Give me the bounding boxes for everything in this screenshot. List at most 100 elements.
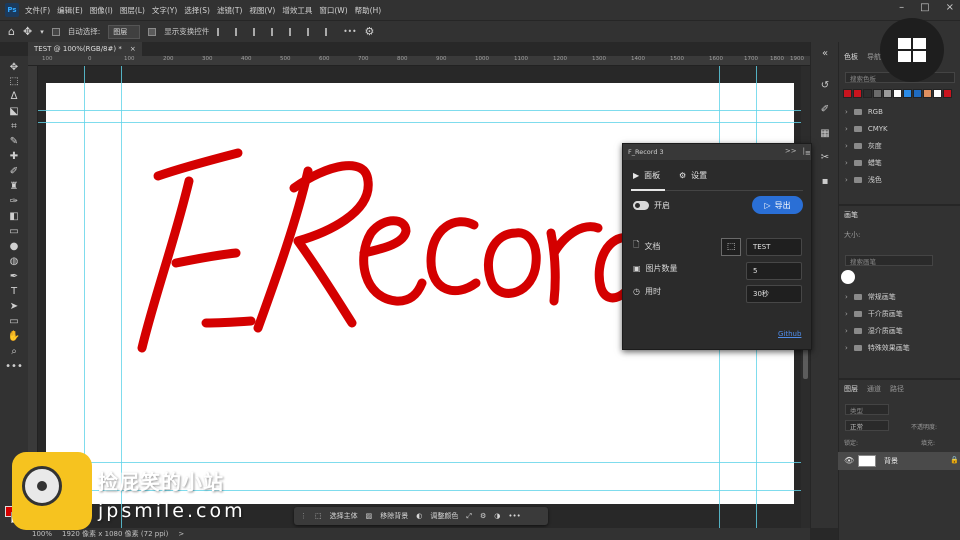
crop-tool-icon[interactable]: ⌗ [7,119,21,133]
stamp-tool-icon[interactable]: ♜ [7,179,21,193]
tab-brushes[interactable]: 画笔 [844,210,858,220]
swatch-group-gray[interactable]: › 灰度 [845,139,959,153]
healing-brush-icon[interactable]: ✚ [7,149,21,163]
tab-channels[interactable]: 通道 [867,384,881,394]
select-subject-button[interactable]: 选择主体 [330,511,358,521]
menu-image[interactable]: 图像(I) [90,5,113,16]
minimize-icon[interactable]: – [899,2,904,13]
tab-paths[interactable]: 路径 [890,384,904,394]
menu-window[interactable]: 窗口(W) [319,5,347,16]
gear-icon[interactable]: ⚙ [365,25,375,38]
gradient-tool-icon[interactable]: ▭ [7,224,21,238]
tab-swatches[interactable]: 色板 [844,52,858,62]
brush-group-special[interactable]: › 特殊效果画笔 [845,341,959,355]
maximize-icon[interactable]: □ [920,2,929,13]
home-icon[interactable]: ⌂ [8,25,15,38]
blur-tool-icon[interactable]: ● [7,239,21,253]
auto-select-checkbox[interactable] [51,27,60,36]
swatch[interactable] [943,89,952,98]
layer-row-background[interactable]: 👁 背景 🔒 [838,452,960,470]
swatch[interactable] [843,89,852,98]
enable-toggle[interactable] [633,201,649,210]
brush-tool-icon[interactable]: ✐ [7,164,21,178]
menu-file[interactable]: 文件(F) [25,5,50,16]
swatch-group-light[interactable]: › 浅色 [845,173,959,187]
marquee-tool-icon[interactable]: ⬚ [7,74,21,88]
distribute-icon[interactable] [325,27,335,36]
swatch[interactable] [903,89,912,98]
swatch-group-rgb[interactable]: › RGB [845,105,959,119]
panel-menu-icon[interactable]: ≡ [805,149,813,157]
tab-panel[interactable]: ▶ 面板 [633,170,660,181]
pen-tool-icon[interactable]: ✒ [7,269,21,283]
brush-group-dry[interactable]: › 干介质画笔 [845,307,959,321]
brush-search-input[interactable]: 搜索画笔 [845,255,933,266]
brush-preset-icon[interactable] [841,270,855,284]
swatch[interactable] [863,89,872,98]
visibility-eye-icon[interactable]: 👁 [844,456,854,465]
menu-help[interactable]: 帮助(H) [355,5,382,16]
swatch-group-cmyk[interactable]: › CMYK [845,122,959,136]
export-button[interactable]: ▷ 导出 [752,196,803,214]
layer-select-dropdown[interactable]: 图层 [108,24,141,39]
type-tool-icon[interactable]: T [7,284,21,298]
properties-icon[interactable]: ▦ [818,126,832,140]
tab-layers[interactable]: 图层 [844,384,858,394]
history-icon[interactable]: ↺ [818,78,832,92]
move-tool-icon[interactable]: ✥ [23,25,32,38]
settings-icon[interactable]: ⚙ [480,512,486,520]
swatch-group-pastel[interactable]: › 蜡笔 [845,156,959,170]
close-window-icon[interactable]: × [946,2,954,13]
more-button[interactable]: ••• [508,512,520,520]
collapse-panel-icon[interactable]: >> [785,147,797,155]
object-select-tool-icon[interactable]: ⬕ [7,104,21,118]
drag-handle-icon[interactable]: ⋮ [300,512,307,520]
brush-group-general[interactable]: › 常规画笔 [845,290,959,304]
eraser-tool-icon[interactable]: ◧ [7,209,21,223]
github-link[interactable]: Github [778,330,801,338]
swatch[interactable] [883,89,892,98]
zoom-level[interactable]: 100% [32,530,52,538]
tool-presets-icon[interactable]: ✂ [818,150,832,164]
close-tab-icon[interactable]: × [130,45,136,53]
show-transform-checkbox[interactable] [148,27,157,36]
pick-document-button[interactable]: ⬚ [721,238,741,256]
mask-icon[interactable]: ◑ [494,512,500,520]
more-options-button[interactable]: ••• [343,27,356,36]
menu-select[interactable]: 选择(S) [184,5,210,16]
collapse-icon[interactable]: « [818,46,832,60]
plugin-icon[interactable]: ▪ [818,174,832,188]
rectangle-tool-icon[interactable]: ▭ [7,314,21,328]
brush-settings-icon[interactable]: ✐ [818,102,832,116]
blend-mode-select[interactable]: 正常 [845,420,889,431]
align-middle-icon[interactable] [289,27,299,36]
chevron-down-icon[interactable]: ▾ [40,28,44,36]
align-right-icon[interactable] [253,27,263,36]
menu-filter[interactable]: 滤镜(T) [217,5,242,16]
menu-plugins[interactable]: 增效工具 [282,5,312,16]
adjust-color-button[interactable]: 调整颜色 [430,511,458,521]
lasso-tool-icon[interactable]: ᐃ [7,89,21,103]
transform-icon[interactable]: ⤢ [466,512,472,521]
move-tool-icon[interactable]: ✥ [7,60,21,74]
align-left-icon[interactable] [217,27,227,36]
layer-filter-input[interactable]: 类型 [845,404,889,415]
tab-settings[interactable]: ⚙ 设置 [679,170,707,181]
hand-tool-icon[interactable]: ✋ [7,329,21,343]
remove-bg-button[interactable]: 移除背景 [380,511,408,521]
menu-view[interactable]: 视图(V) [249,5,275,16]
zoom-tool-icon[interactable]: ⌕ [7,344,21,358]
swatch[interactable] [893,89,902,98]
status-arrow-icon[interactable]: > [178,530,184,538]
more-tools-icon[interactable]: ••• [5,359,23,373]
eyedropper-tool-icon[interactable]: ✎ [7,134,21,148]
time-field[interactable]: 30秒 [746,285,802,303]
swatch[interactable] [873,89,882,98]
scrollbar-thumb[interactable] [803,349,808,379]
path-select-icon[interactable]: ➤ [7,299,21,313]
menu-edit[interactable]: 编辑(E) [57,5,83,16]
history-brush-icon[interactable]: ✑ [7,194,21,208]
brush-group-wet[interactable]: › 湿介质画笔 [845,324,959,338]
tab-navigator[interactable]: 导航 [867,52,881,62]
image-count-field[interactable]: 5 [746,262,802,280]
